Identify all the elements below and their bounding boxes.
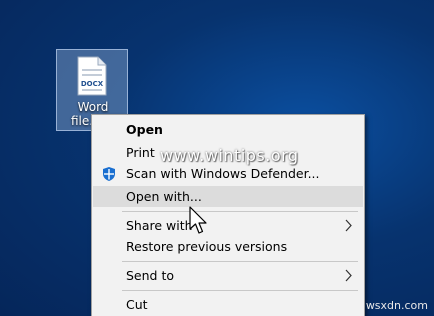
context-menu: Open Print Scan with Windows Defender...… xyxy=(91,114,365,316)
menu-item-print-label: Print xyxy=(126,145,155,160)
menu-item-open-with[interactable]: Open with... xyxy=(93,186,363,207)
menu-item-share-with[interactable]: Share with xyxy=(93,215,363,236)
desktop-file-label-line1: Word xyxy=(77,100,109,114)
menu-separator xyxy=(122,211,358,212)
desktop-background[interactable]: DOCX Word file. Open Print Scan with Win… xyxy=(0,0,434,316)
menu-item-restore-label: Restore previous versions xyxy=(126,239,288,254)
menu-item-cut-label: Cut xyxy=(126,297,148,312)
corner-watermark-text: wsxdn.com xyxy=(365,299,428,312)
mouse-pointer-icon xyxy=(189,206,207,234)
menu-item-cut[interactable]: Cut xyxy=(93,294,363,315)
menu-item-restore-previous-versions[interactable]: Restore previous versions xyxy=(93,236,363,257)
docx-badge: DOCX xyxy=(81,80,104,88)
menu-item-print[interactable]: Print xyxy=(93,142,363,163)
menu-separator xyxy=(122,261,358,262)
menu-item-send-to[interactable]: Send to xyxy=(93,265,363,286)
menu-item-share-with-label: Share with xyxy=(126,218,193,233)
menu-item-scan-windows-defender[interactable]: Scan with Windows Defender... xyxy=(93,163,363,184)
chevron-right-icon xyxy=(345,269,352,282)
windows-defender-shield-icon xyxy=(103,167,115,181)
menu-item-scan-label: Scan with Windows Defender... xyxy=(126,166,320,181)
menu-item-open-with-label: Open with... xyxy=(126,189,202,204)
docx-document-icon: DOCX xyxy=(77,56,107,96)
menu-item-open[interactable]: Open xyxy=(93,119,363,140)
menu-item-open-label: Open xyxy=(126,122,163,137)
menu-item-send-to-label: Send to xyxy=(126,268,175,283)
menu-separator xyxy=(122,290,358,291)
chevron-right-icon xyxy=(345,219,352,232)
